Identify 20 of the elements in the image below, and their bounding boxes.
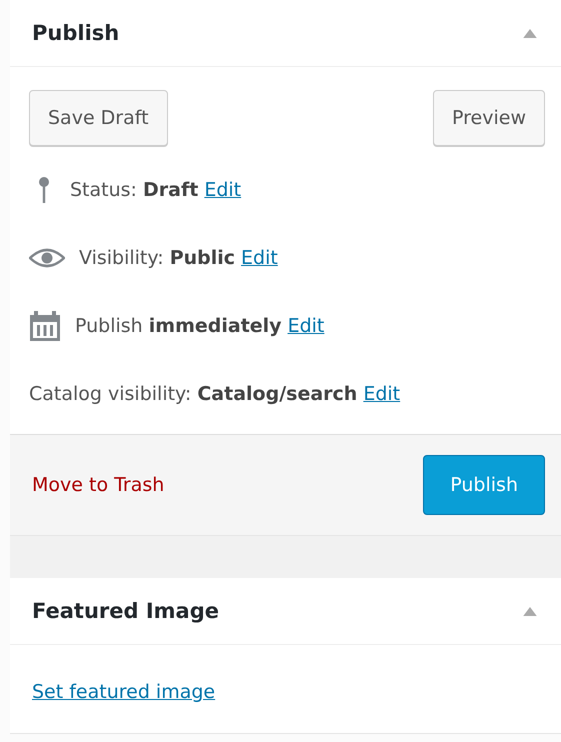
meta-label: Catalog visibility: Catalog/search [29,383,358,405]
panel-title: Featured Image [32,599,219,623]
edit-link[interactable]: Edit [363,383,400,405]
calendar-icon [29,310,61,342]
edit-link[interactable]: Edit [204,179,242,201]
publish-button[interactable]: Publish [423,455,545,515]
set-featured-image-link[interactable]: Set featured image [32,681,216,703]
meta-label: Publish immediately [75,315,282,337]
eye-icon [29,248,65,268]
edit-link[interactable]: Edit [241,247,278,269]
preview-button[interactable]: Preview [433,90,545,146]
edit-link[interactable]: Edit [288,315,324,337]
panel-title: Publish [32,21,120,45]
meta-label: Status: Draft [70,179,198,201]
save-draft-button[interactable]: Save Draft [29,90,168,146]
collapse-toggle-icon[interactable] [523,28,537,38]
meta-label: Visibility: Public [79,247,236,269]
pin-icon [38,176,50,204]
collapse-toggle-icon[interactable] [523,606,537,616]
move-to-trash-link[interactable]: Move to Trash [32,474,164,496]
